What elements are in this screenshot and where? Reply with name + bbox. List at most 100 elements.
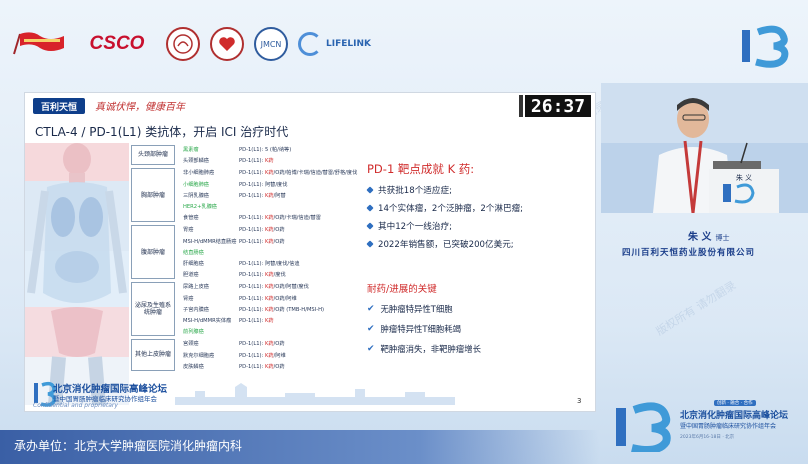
society-seal-logo bbox=[166, 27, 200, 61]
approved-agents: PD-1(L1): K药/O药 (TMB-H/MSI-H) bbox=[239, 306, 324, 313]
slide-title: CTLA-4 / PD-1(L1) 类抗体，开启 ICI 治疗时代 bbox=[35, 125, 289, 139]
disease-name: 默克尔细胞癌 bbox=[183, 352, 215, 359]
bullet-item: 2022年销售额，已突破200亿美元; bbox=[366, 235, 587, 253]
agent-prefix: PD-1(L1): bbox=[239, 341, 265, 348]
livestream-frame: 版权所有 请勿翻录 版权所有 请勿翻录 版权所有 请勿翻录 版权所有 请勿翻录 … bbox=[0, 0, 808, 464]
agent-list: /O药/阿维 bbox=[273, 295, 297, 302]
category-label: 头颈部肿瘤 bbox=[131, 145, 175, 166]
sponsor-logo-strip: CSCO JMCN LIFELINK bbox=[10, 24, 371, 64]
k-drug-highlight: K药 bbox=[264, 215, 274, 222]
countdown-timer: 26:37 bbox=[525, 95, 591, 117]
conference-tag: 创新 · 融合 · 合作 bbox=[714, 400, 756, 406]
k-drug-highlight: K药 bbox=[264, 352, 274, 359]
lifelink-logo: LIFELINK bbox=[298, 32, 371, 56]
conference-13-logo bbox=[742, 25, 789, 68]
indication-row: 子宫内膜癌 PD-1(L1): K药/O药 (TMB-H/MSI-H) bbox=[183, 305, 324, 314]
approved-agents: PD-1(L1): 阿替/度伐/信迪 bbox=[239, 260, 300, 267]
agent-prefix: PD-1(L1): bbox=[239, 318, 265, 324]
approved-agents: PD-1(L1): K药/O药/阿维 bbox=[239, 295, 297, 302]
k-drug-highlight: K药 bbox=[264, 363, 274, 370]
approved-agents: PD-1(L1): K药/O药/帕博/卡瑞/信迪/替雷/舒格/度伐 bbox=[239, 169, 357, 176]
check-icon: ✔ bbox=[367, 344, 375, 354]
organizer-caption: 承办单位：北京大学肿瘤医院消化肿瘤内科 bbox=[14, 439, 243, 453]
k-drug-highlight: K药 bbox=[264, 341, 274, 348]
bullet-diamond-icon bbox=[366, 186, 374, 194]
indication-row: 前列腺癌 bbox=[183, 327, 239, 336]
agent-prefix: PD-1(L1): bbox=[239, 192, 265, 199]
company-logo: 百利天恒 bbox=[33, 98, 85, 114]
pd1-bullet-list: 共获批18个适应症; 14个实体瘤，2个泛肿瘤，2个淋巴瘤; 其中12个一线治疗… bbox=[366, 181, 587, 253]
resistance-heading: 耐药/进展的关键 bbox=[367, 284, 437, 295]
agent-prefix: PD-1(L1): bbox=[239, 306, 265, 313]
indication-row: 胆道癌 PD-1(L1): K药/度伐 bbox=[183, 270, 286, 279]
approved-agents: PD-1(L1): 5 (帕/纳等) bbox=[239, 146, 291, 153]
agent-list: /O药/卡瑞/信迪/替雷 bbox=[273, 215, 321, 222]
indication-row: 三阴乳腺癌 PD-1(L1): K药/阿替 bbox=[183, 191, 286, 200]
disease-name: 结直肠癌 bbox=[183, 249, 204, 256]
k-drug-highlight: K药 bbox=[264, 306, 274, 313]
bullet-diamond-icon bbox=[366, 204, 374, 212]
agent-list: /O药 (TMB-H/MSI-H) bbox=[273, 306, 325, 313]
agent-list: /O药 bbox=[273, 238, 285, 245]
disease-name: MSI-H/dMMR结直肠癌 bbox=[183, 238, 237, 245]
agent-list: /O药/阿替/度伐 bbox=[273, 284, 309, 291]
k-drug-highlight: K药 bbox=[264, 227, 274, 234]
k-drug-highlight: K药 bbox=[264, 192, 274, 199]
disease-name: 前列腺癌 bbox=[183, 329, 204, 336]
indication-row: HER2+乳腺癌 bbox=[183, 202, 239, 211]
watermark: 版权所有 请勿翻录 bbox=[653, 278, 739, 339]
indication-row: MSI-H/dMMR结直肠癌 PD-1(L1): K药/O药 bbox=[183, 237, 285, 246]
agent-list: /O药/帕博/卡瑞/信迪/替雷/舒格/度伐 bbox=[273, 170, 358, 177]
podium-name-text: 朱 义 bbox=[736, 173, 752, 182]
city-skyline-graphic bbox=[175, 383, 455, 405]
bullet-item: 共获批18个适应症; bbox=[366, 181, 587, 199]
agent-prefix: PD-1(L1): bbox=[239, 352, 265, 359]
indication-row: 食管癌 PD-1(L1): K药/O药/卡瑞/信迪/替雷 bbox=[183, 213, 321, 222]
agent-list: 5 (帕/纳等) bbox=[264, 147, 292, 153]
slide-header: 百利天恒 真诚伏悍，健康百年 26:37 bbox=[25, 93, 595, 119]
category-label: 其他上皮肿瘤 bbox=[131, 339, 175, 371]
disease-name: 胃癌 bbox=[183, 227, 194, 234]
agent-prefix: PD-1(L1): bbox=[239, 215, 265, 222]
disease-name: 小细胞肺癌 bbox=[183, 181, 209, 188]
speaker-name: 朱 义 bbox=[688, 232, 712, 243]
speaker-degree: 博士 bbox=[715, 234, 730, 242]
disease-name: 肾癌 bbox=[183, 295, 194, 302]
indication-row: 非小细胞肺癌 PD-1(L1): K药/O药/帕博/卡瑞/信迪/替雷/舒格/度伐 bbox=[183, 168, 357, 177]
speaker-video-feed: 朱 义 bbox=[601, 83, 808, 213]
disease-name: MSI-H/dMMR实体瘤 bbox=[183, 318, 232, 324]
disease-name: 三阴乳腺癌 bbox=[183, 192, 209, 199]
agent-list: /度伐 bbox=[273, 272, 286, 279]
check-text: 无肿瘤特异性T细胞 bbox=[380, 304, 453, 314]
indication-row: 默克尔细胞癌 PD-1(L1): K药/阿维 bbox=[183, 351, 286, 360]
agent-prefix: PD-1(L1): bbox=[239, 363, 265, 370]
check-icon: ✔ bbox=[367, 324, 375, 334]
agent-prefix: PD-1(L1): bbox=[239, 284, 265, 291]
company-slogan: 真诚伏悍，健康百年 bbox=[95, 102, 185, 113]
agent-prefix: PD-1(L1): bbox=[239, 170, 265, 177]
approved-agents: PD-1(L1): K药/O药/阿替/度伐 bbox=[239, 283, 309, 290]
indication-row: 黑素瘤 PD-1(L1): 5 (帕/纳等) bbox=[183, 145, 291, 154]
bullet-text: 14个实体瘤，2个泛肿瘤，2个淋巴瘤; bbox=[378, 204, 524, 214]
resistance-check-list: ✔ 无肿瘤特异性T细胞 ✔ 肿瘤特异性T细胞耗竭 ✔ 靶肿瘤消失，非靶肿瘤增长 bbox=[367, 299, 481, 359]
indication-row: 胃癌 PD-1(L1): K药/O药 bbox=[183, 225, 285, 234]
indication-row: 头颈部鳞癌 PD-1(L1): K药 bbox=[183, 156, 274, 165]
human-body-illustration bbox=[25, 143, 129, 405]
check-text: 靶肿瘤消失，非靶肿瘤增长 bbox=[380, 344, 482, 354]
indication-row: 尿路上皮癌 PD-1(L1): K药/O药/阿替/度伐 bbox=[183, 282, 309, 291]
agent-prefix: PD-1(L1): bbox=[239, 158, 265, 165]
bullet-item: 其中12个一线治疗; bbox=[366, 217, 587, 235]
indication-row: 小细胞肺癌 PD-1(L1): 阿替/度伐 bbox=[183, 180, 287, 189]
slide-page-number: 3 bbox=[577, 397, 582, 405]
confidential-note: Confidential and proprietary bbox=[33, 402, 118, 409]
disease-name: 尿路上皮癌 bbox=[183, 284, 209, 291]
disease-name: 头颈部鳞癌 bbox=[183, 158, 209, 165]
agent-list: 阿替/度伐/信迪 bbox=[264, 261, 300, 267]
indication-row: 结直肠癌 bbox=[183, 248, 239, 257]
k-drug-highlight: K药 bbox=[264, 295, 274, 302]
approved-agents: PD-1(L1): K药 bbox=[239, 157, 274, 164]
approved-agents: PD-1(L1): K药/O药/卡瑞/信迪/替雷 bbox=[239, 214, 321, 221]
agent-prefix: PD-1(L1): bbox=[239, 227, 265, 234]
category-label: 泌尿及生殖系统肿瘤 bbox=[131, 282, 175, 337]
bullet-text: 共获批18个适应症; bbox=[378, 186, 452, 196]
